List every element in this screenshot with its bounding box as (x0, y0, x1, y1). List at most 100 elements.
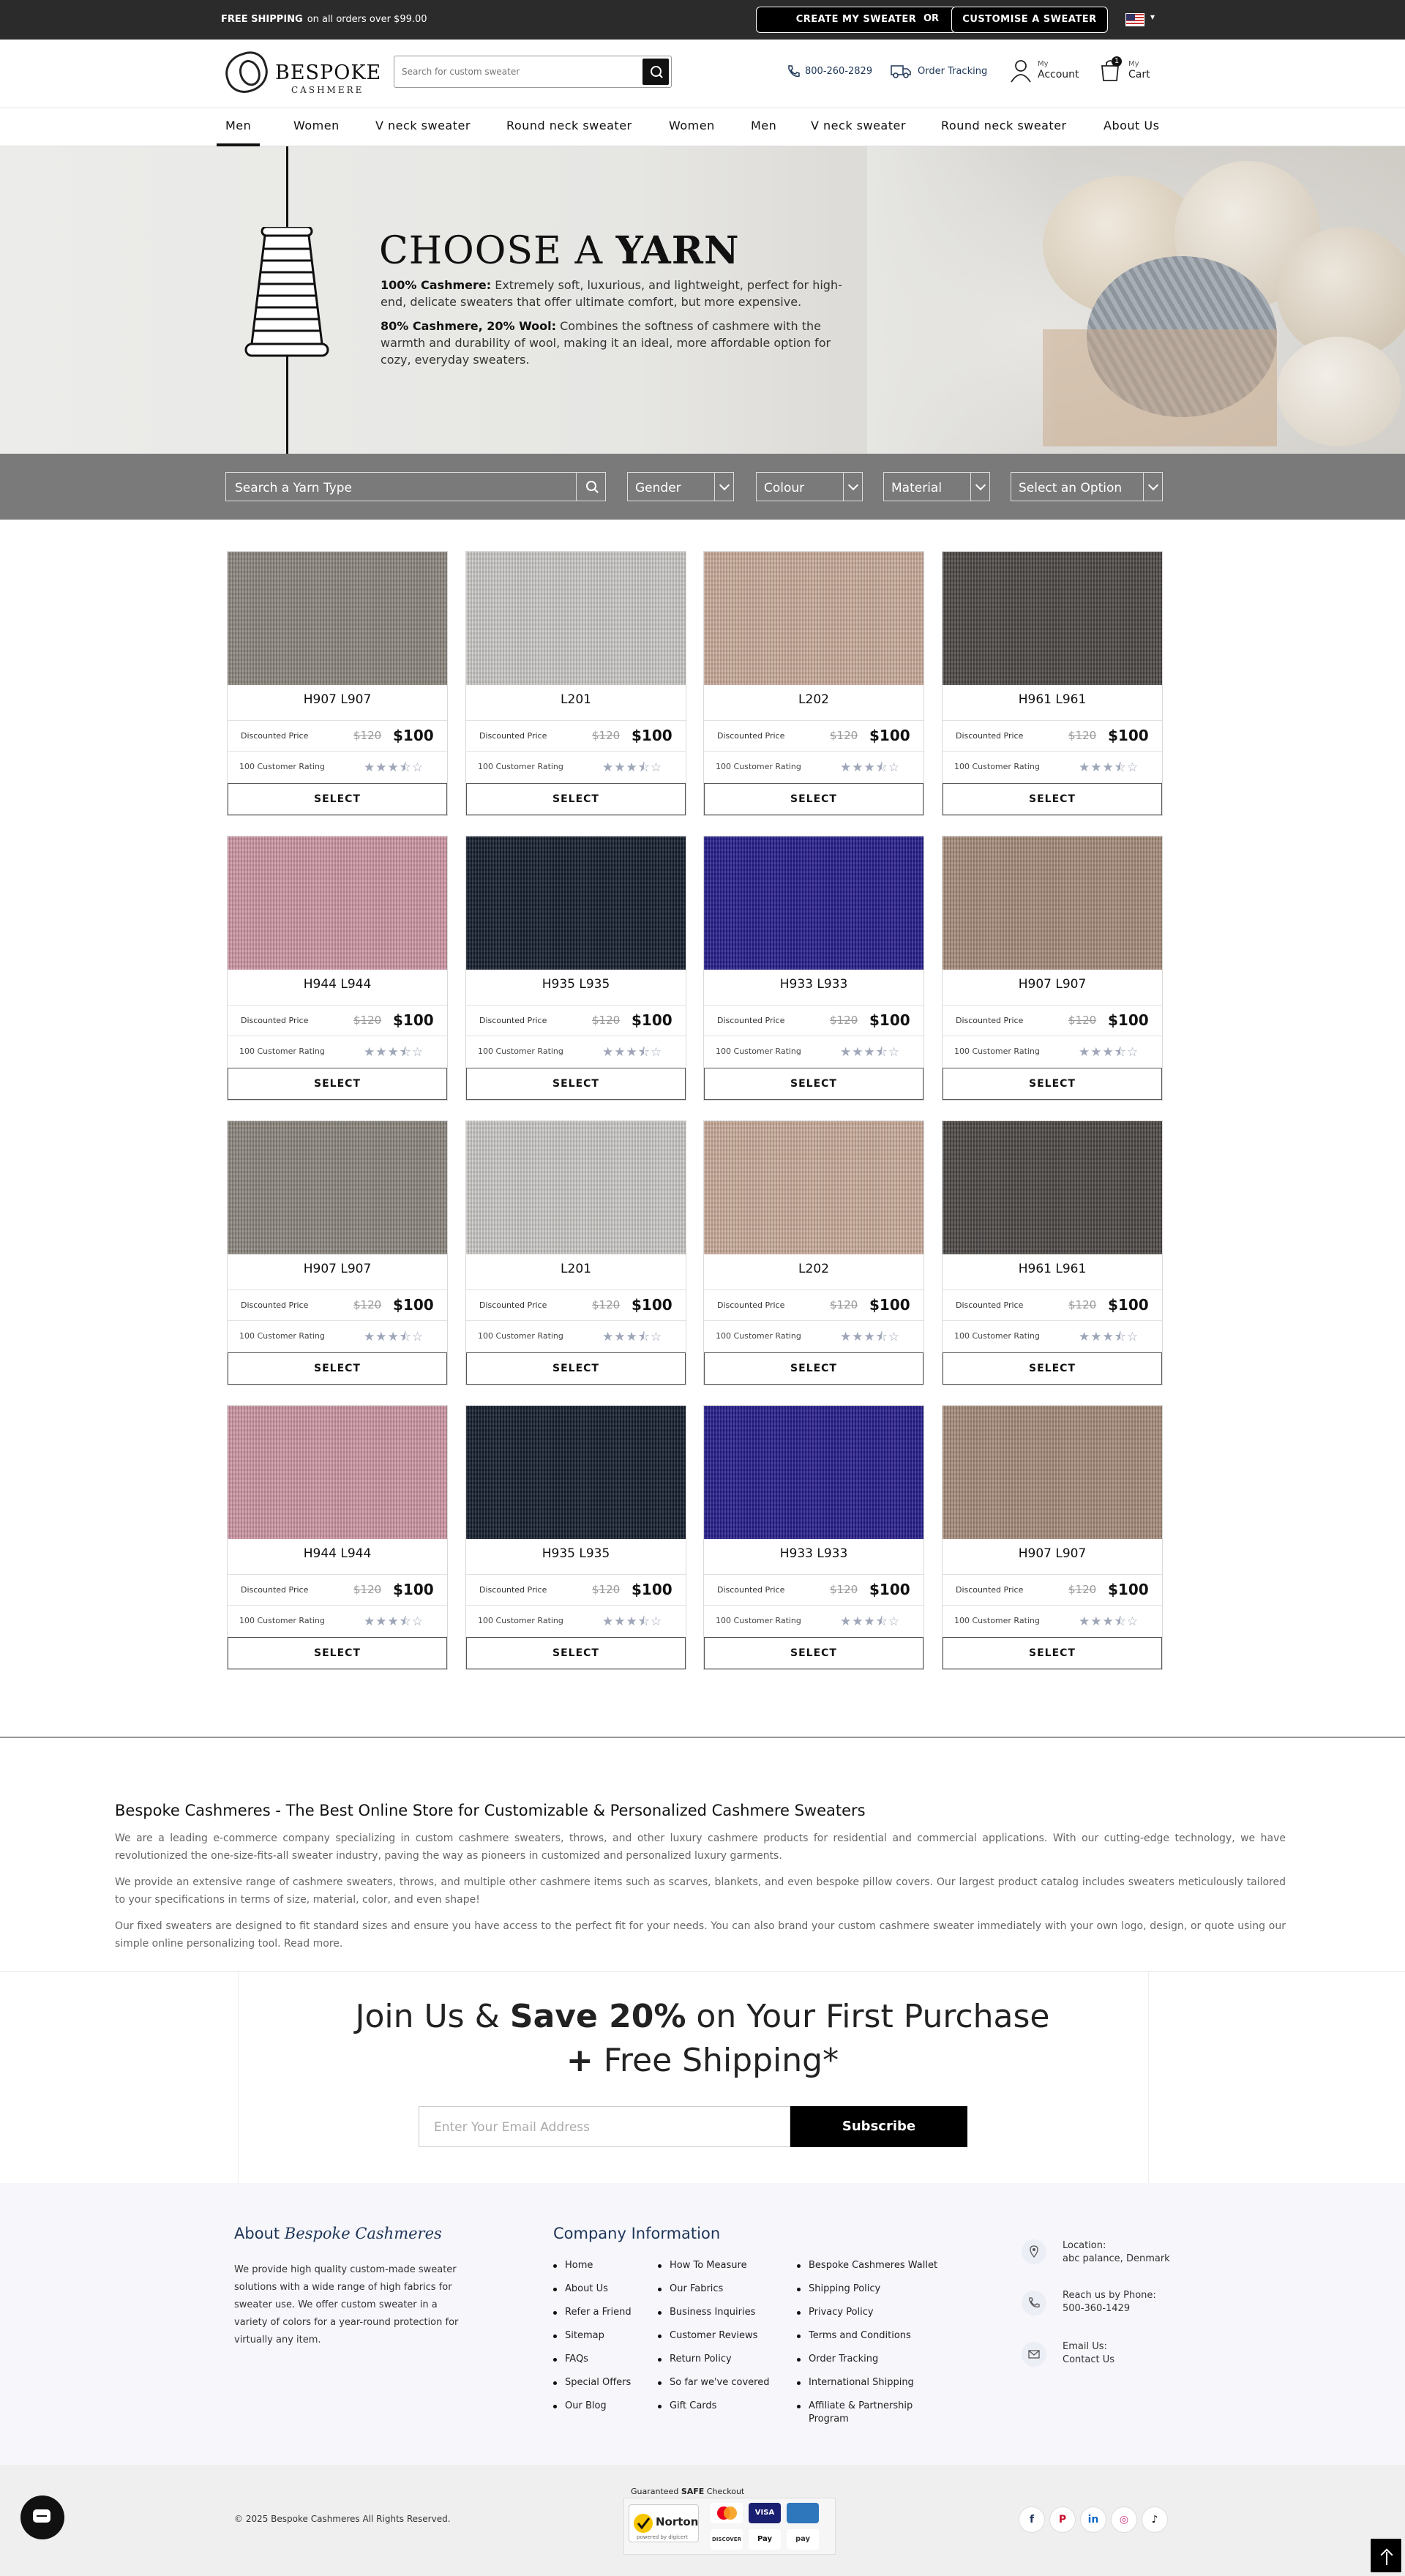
yarn-swatch-image[interactable] (943, 1406, 1162, 1539)
phone-value[interactable]: 500-360-1429 (1063, 2302, 1130, 2315)
linkedin-icon[interactable]: in (1080, 2506, 1106, 2533)
product-card[interactable]: L202 Discounted Price $120 $100 100 Customer… (703, 1120, 924, 1385)
footer-link[interactable]: Order Tracking (797, 2354, 937, 2377)
nav-item-round-neck-2[interactable]: Round neck sweater (941, 119, 1067, 146)
order-tracking-link[interactable]: Order Tracking (918, 66, 987, 77)
footer-link[interactable]: Refer a Friend (553, 2307, 632, 2330)
select-button[interactable]: SELECT (228, 1352, 447, 1385)
select-button[interactable]: SELECT (466, 1352, 686, 1385)
footer-link[interactable]: Gift Cards (658, 2400, 770, 2424)
select-button[interactable]: SELECT (943, 1637, 1162, 1669)
material-select[interactable]: Material (883, 472, 990, 501)
product-card[interactable]: H933 L933 Discounted Price $120 $100 100 Cus… (703, 1405, 924, 1670)
product-card[interactable]: H935 L935 Discounted Price $120 $100 100 Cus… (465, 836, 686, 1101)
footer-link[interactable]: Terms and Conditions (797, 2330, 937, 2354)
yarn-swatch-image[interactable] (228, 552, 447, 685)
subscribe-button[interactable]: Subscribe (790, 2106, 967, 2147)
nav-item-men-2[interactable]: Men (751, 119, 776, 146)
account-link[interactable]: Account (1038, 69, 1079, 80)
footer-link[interactable]: Our Blog (553, 2400, 632, 2424)
option-select[interactable]: Select an Option (1011, 472, 1163, 501)
yarn-swatch-image[interactable] (466, 836, 686, 970)
footer-link[interactable]: Program (797, 2414, 937, 2437)
chat-icon[interactable] (20, 2496, 64, 2539)
cart-link[interactable]: Cart (1128, 69, 1150, 80)
customise-sweater-button[interactable]: CUSTOMISE A SWEATER (951, 7, 1108, 33)
select-button[interactable]: SELECT (704, 783, 923, 815)
facebook-icon[interactable]: f (1019, 2506, 1045, 2533)
product-card[interactable]: H907 L907 Discounted Price $120 $100 100 Cus… (942, 836, 1163, 1101)
yarn-swatch-image[interactable] (704, 1406, 923, 1539)
footer-link[interactable]: Home (553, 2260, 632, 2283)
instagram-icon[interactable]: ◎ (1111, 2506, 1137, 2533)
select-button[interactable]: SELECT (704, 1352, 923, 1385)
footer-link[interactable]: Our Fabrics (658, 2283, 770, 2307)
select-button[interactable]: SELECT (228, 783, 447, 815)
cart-icon[interactable] (1099, 56, 1124, 83)
colour-select[interactable]: Colour (756, 472, 863, 501)
nav-item-men[interactable]: Men (217, 119, 261, 146)
user-icon[interactable] (1010, 59, 1032, 83)
email-field[interactable]: Enter Your Email Address (419, 2106, 790, 2147)
search-input[interactable] (402, 64, 636, 79)
contact-us-link[interactable]: Contact Us (1063, 2354, 1114, 2367)
yarn-swatch-image[interactable] (466, 552, 686, 685)
select-button[interactable]: SELECT (943, 1068, 1162, 1100)
select-button[interactable]: SELECT (466, 783, 686, 815)
yarn-swatch-image[interactable] (704, 552, 923, 685)
yarn-search-field[interactable]: Search a Yarn Type (225, 472, 606, 501)
yarn-swatch-image[interactable] (943, 836, 1162, 970)
footer-link[interactable]: Sitemap (553, 2330, 632, 2354)
select-button[interactable]: SELECT (943, 1352, 1162, 1385)
search-icon[interactable] (642, 59, 669, 85)
phone-link[interactable]: 800-260-2829 (805, 66, 872, 77)
product-card[interactable]: H961 L961 Discounted Price $120 $100 100 Cus… (942, 1120, 1163, 1385)
product-card[interactable]: H907 L907 Discounted Price $120 $100 100 Cus… (227, 551, 448, 816)
select-button[interactable]: SELECT (466, 1637, 686, 1669)
us-flag-icon[interactable] (1125, 13, 1144, 26)
search-icon[interactable] (576, 473, 605, 501)
nav-item-v-neck[interactable]: V neck sweater (375, 119, 471, 146)
nav-item-round-neck[interactable]: Round neck sweater (506, 119, 632, 146)
product-card[interactable]: H944 L944 Discounted Price $120 $100 100 Cus… (227, 836, 448, 1101)
tiktok-icon[interactable]: ♪ (1142, 2506, 1168, 2533)
product-card[interactable]: L201 Discounted Price $120 $100 100 Customer… (465, 551, 686, 816)
nav-item-v-neck-2[interactable]: V neck sweater (811, 119, 906, 146)
back-to-top-icon[interactable] (1370, 2538, 1402, 2573)
footer-link[interactable]: Bespoke Cashmeres Wallet (797, 2260, 937, 2283)
logo-text[interactable]: BESPOKE (275, 61, 381, 84)
product-card[interactable]: H935 L935 Discounted Price $120 $100 100 Cus… (465, 1405, 686, 1670)
footer-link[interactable]: So far we've covered (658, 2377, 770, 2400)
select-button[interactable]: SELECT (704, 1068, 923, 1100)
logo-icon[interactable] (220, 47, 273, 98)
footer-link[interactable]: FAQs (553, 2354, 632, 2377)
select-button[interactable]: SELECT (228, 1637, 447, 1669)
pinterest-icon[interactable]: P (1049, 2506, 1076, 2533)
footer-link[interactable]: Privacy Policy (797, 2307, 937, 2330)
nav-item-women[interactable]: Women (293, 119, 340, 146)
gender-select[interactable]: Gender (627, 472, 734, 501)
footer-link[interactable]: Business Inquiries (658, 2307, 770, 2330)
yarn-swatch-image[interactable] (704, 836, 923, 970)
select-button[interactable]: SELECT (466, 1068, 686, 1100)
product-card[interactable]: H933 L933 Discounted Price $120 $100 100 Cus… (703, 836, 924, 1101)
yarn-swatch-image[interactable] (466, 1406, 686, 1539)
product-card[interactable]: H907 L907 Discounted Price $120 $100 100 Cus… (227, 1120, 448, 1385)
nav-item-about-us[interactable]: About Us (1104, 119, 1159, 146)
yarn-swatch-image[interactable] (704, 1121, 923, 1254)
yarn-swatch-image[interactable] (228, 836, 447, 970)
yarn-swatch-image[interactable] (228, 1121, 447, 1254)
footer-link[interactable]: Customer Reviews (658, 2330, 770, 2354)
yarn-swatch-image[interactable] (943, 1121, 1162, 1254)
select-button[interactable]: SELECT (943, 783, 1162, 815)
nav-item-women-2[interactable]: Women (669, 119, 715, 146)
chevron-down-icon[interactable]: ▾ (1150, 12, 1155, 22)
footer-link[interactable]: About Us (553, 2283, 632, 2307)
product-card[interactable]: L202 Discounted Price $120 $100 100 Customer… (703, 551, 924, 816)
footer-link[interactable]: How To Measure (658, 2260, 770, 2283)
yarn-swatch-image[interactable] (943, 552, 1162, 685)
footer-link[interactable]: International Shipping (797, 2377, 937, 2400)
product-card[interactable]: H907 L907 Discounted Price $120 $100 100 Cus… (942, 1405, 1163, 1670)
yarn-swatch-image[interactable] (228, 1406, 447, 1539)
product-card[interactable]: H944 L944 Discounted Price $120 $100 100 Cus… (227, 1405, 448, 1670)
